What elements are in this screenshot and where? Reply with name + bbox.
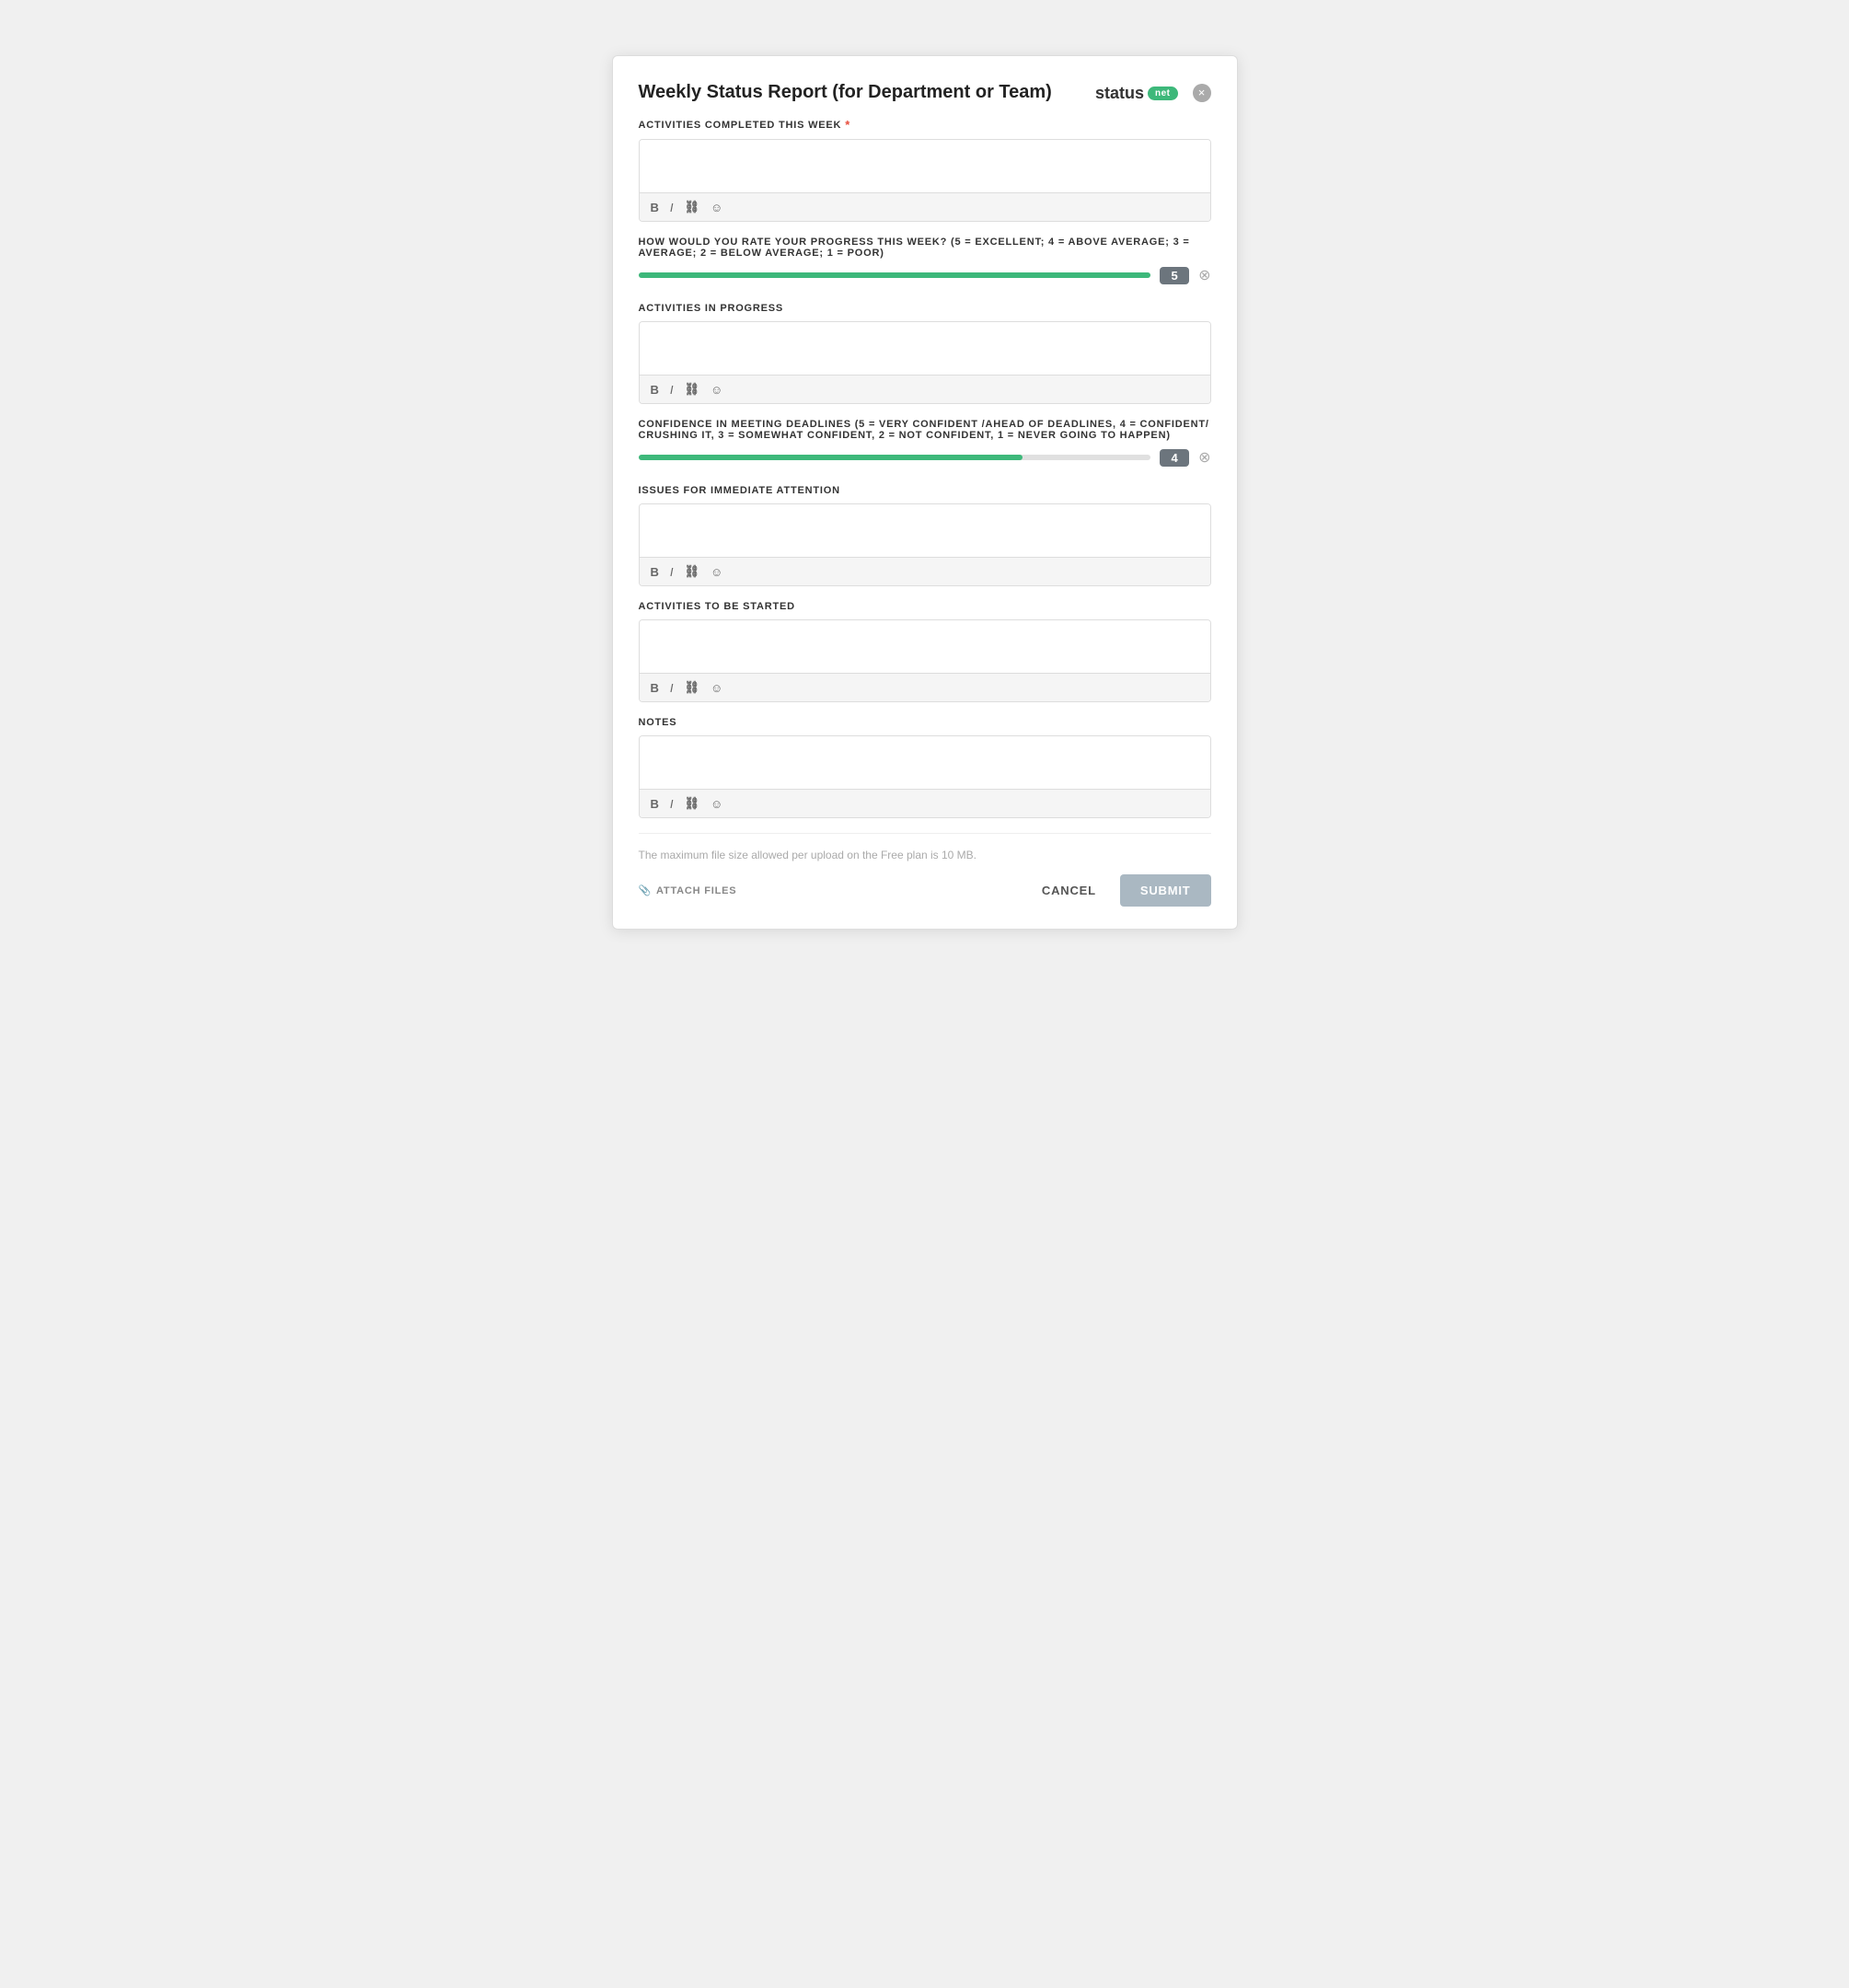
cancel-button[interactable]: CANCEL xyxy=(1029,876,1109,905)
italic-btn-5[interactable]: I xyxy=(670,797,674,811)
emoji-icon-4: ☺ xyxy=(711,681,722,695)
notes-input[interactable] xyxy=(640,736,1210,784)
progress-slider-value: 5 xyxy=(1160,267,1189,284)
confidence-slider-value: 4 xyxy=(1160,449,1189,467)
emoji-icon-3: ☺ xyxy=(711,565,722,579)
italic-btn-4[interactable]: I xyxy=(670,681,674,695)
modal-title: Weekly Status Report (for Department or … xyxy=(639,82,1052,103)
emoji-icon-5: ☺ xyxy=(711,797,722,811)
italic-btn-2[interactable]: I xyxy=(670,383,674,397)
emoji-btn-1[interactable]: ☺ xyxy=(711,201,722,214)
confidence-slider-fill xyxy=(639,455,1023,460)
file-size-info: The maximum file size allowed per upload… xyxy=(639,849,1211,861)
activities-completed-label: ACTIVITIES COMPLETED THIS WEEK * xyxy=(639,118,1211,132)
issues-attention-editor: B I ⛓ ☺ xyxy=(639,503,1211,586)
link-icon-4: ⛓ xyxy=(685,680,700,695)
activities-in-progress-toolbar: B I ⛓ ☺ xyxy=(640,375,1210,403)
activities-in-progress-input[interactable] xyxy=(640,322,1210,370)
link-icon-5: ⛓ xyxy=(685,796,700,811)
brand-badge: net xyxy=(1148,87,1178,100)
activities-completed-toolbar: B I ⛓ ☺ xyxy=(640,192,1210,221)
link-icon-1: ⛓ xyxy=(685,200,700,214)
notes-editor: B I ⛓ ☺ xyxy=(639,735,1211,818)
progress-slider-track[interactable] xyxy=(639,272,1151,278)
brand-name: status xyxy=(1095,84,1144,103)
primary-actions: CANCEL SUBMIT xyxy=(1029,874,1211,907)
link-btn-1[interactable]: ⛓ xyxy=(685,200,700,214)
emoji-btn-5[interactable]: ☺ xyxy=(711,797,722,811)
confidence-section: CONFIDENCE IN MEETING DEADLINES (5 = VER… xyxy=(639,419,1211,467)
activities-in-progress-label: ACTIVITIES IN PROGRESS xyxy=(639,303,1211,314)
attach-files-label: ATTACH FILES xyxy=(656,885,736,896)
notes-label: NOTES xyxy=(639,717,1211,728)
activities-to-start-label: ACTIVITIES TO BE STARTED xyxy=(639,601,1211,612)
issues-attention-input[interactable] xyxy=(640,504,1210,552)
confidence-slider-row: 4 ⊗ xyxy=(639,448,1211,467)
confidence-slider-clear[interactable]: ⊗ xyxy=(1198,448,1210,467)
attach-files-button[interactable]: 📎 ATTACH FILES xyxy=(639,884,737,896)
link-btn-3[interactable]: ⛓ xyxy=(685,564,700,579)
bold-btn-3[interactable]: B xyxy=(651,565,659,579)
confidence-label: CONFIDENCE IN MEETING DEADLINES (5 = VER… xyxy=(639,419,1211,441)
brand-logo: status net xyxy=(1095,84,1178,103)
required-star: * xyxy=(845,118,850,132)
close-button[interactable]: × xyxy=(1193,84,1211,102)
italic-btn-1[interactable]: I xyxy=(670,201,674,214)
link-icon-3: ⛓ xyxy=(685,564,700,579)
emoji-btn-3[interactable]: ☺ xyxy=(711,565,722,579)
italic-btn-3[interactable]: I xyxy=(670,565,674,579)
activities-in-progress-editor: B I ⛓ ☺ xyxy=(639,321,1211,404)
bold-btn-2[interactable]: B xyxy=(651,383,659,397)
footer-divider xyxy=(639,833,1211,834)
activities-to-start-toolbar: B I ⛓ ☺ xyxy=(640,673,1210,701)
link-btn-4[interactable]: ⛓ xyxy=(685,680,700,695)
activities-completed-editor: B I ⛓ ☺ xyxy=(639,139,1211,222)
progress-slider-fill xyxy=(639,272,1151,278)
emoji-icon-2: ☺ xyxy=(711,383,722,397)
activities-to-start-input[interactable] xyxy=(640,620,1210,668)
paperclip-icon: 📎 xyxy=(639,884,653,896)
link-btn-5[interactable]: ⛓ xyxy=(685,796,700,811)
progress-rating-label: HOW WOULD YOU RATE YOUR PROGRESS THIS WE… xyxy=(639,237,1211,259)
emoji-icon-1: ☺ xyxy=(711,201,722,214)
modal-container: Weekly Status Report (for Department or … xyxy=(612,55,1238,930)
link-icon-2: ⛓ xyxy=(685,382,700,397)
link-btn-2[interactable]: ⛓ xyxy=(685,382,700,397)
emoji-btn-4[interactable]: ☺ xyxy=(711,681,722,695)
bold-btn-5[interactable]: B xyxy=(651,797,659,811)
issues-attention-label: ISSUES FOR IMMEDIATE ATTENTION xyxy=(639,485,1211,496)
activities-to-start-editor: B I ⛓ ☺ xyxy=(639,619,1211,702)
submit-button[interactable]: SUBMIT xyxy=(1120,874,1211,907)
bold-btn-1[interactable]: B xyxy=(651,201,659,214)
confidence-slider-track[interactable] xyxy=(639,455,1151,460)
header-right: status net × xyxy=(1095,82,1211,103)
activities-completed-input[interactable] xyxy=(640,140,1210,188)
progress-rating-section: HOW WOULD YOU RATE YOUR PROGRESS THIS WE… xyxy=(639,237,1211,284)
bold-btn-4[interactable]: B xyxy=(651,681,659,695)
notes-toolbar: B I ⛓ ☺ xyxy=(640,789,1210,817)
issues-attention-toolbar: B I ⛓ ☺ xyxy=(640,557,1210,585)
progress-rating-row: 5 ⊗ xyxy=(639,266,1211,284)
emoji-btn-2[interactable]: ☺ xyxy=(711,383,722,397)
modal-header: Weekly Status Report (for Department or … xyxy=(639,82,1211,103)
progress-slider-clear[interactable]: ⊗ xyxy=(1198,266,1210,284)
form-actions: 📎 ATTACH FILES CANCEL SUBMIT xyxy=(639,874,1211,907)
